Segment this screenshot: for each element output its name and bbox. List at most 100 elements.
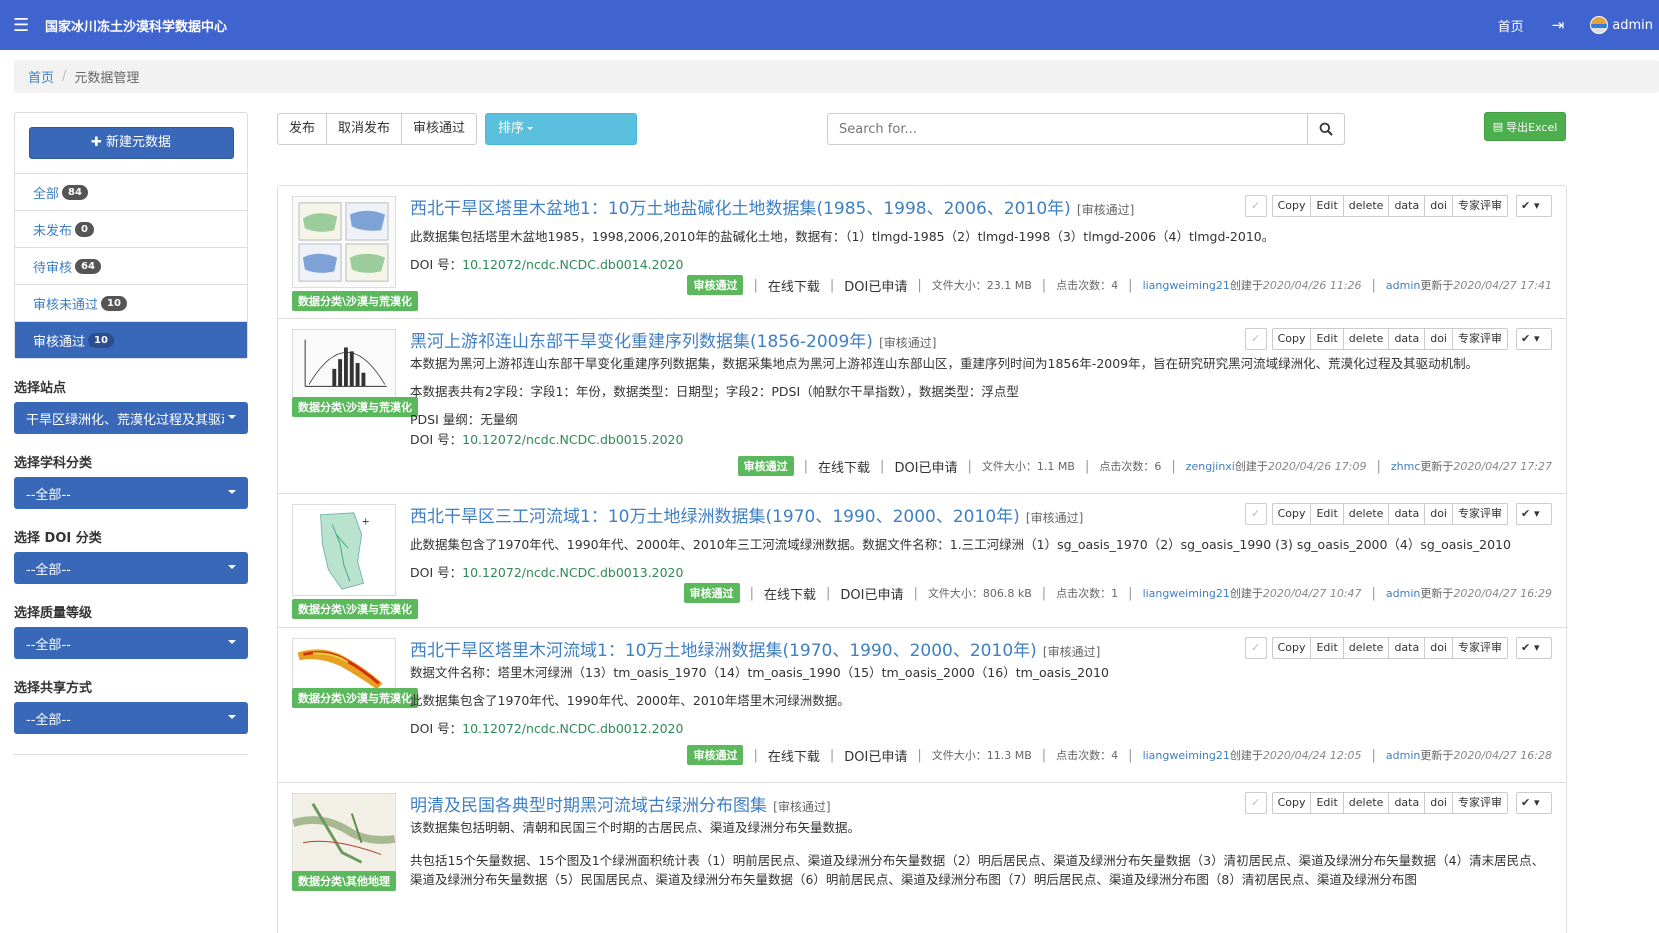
copy-button[interactable]: Copy [1271,637,1312,659]
download-link[interactable]: 在线下载 [818,457,870,476]
copy-button[interactable]: Copy [1271,328,1312,350]
delete-button[interactable]: delete [1342,195,1390,217]
avatar[interactable] [1590,16,1609,34]
check-icon[interactable]: ✓ [1244,195,1267,217]
quality-select[interactable]: --全部-- [14,627,248,659]
status-dropdown[interactable]: ✔ ▾ [1516,637,1552,659]
expert-review-button[interactable]: 专家评审 [1452,503,1508,525]
search-button[interactable] [1308,113,1345,145]
doi-value[interactable]: 10.12072/ncdc.NCDC.db0015.2020 [462,432,683,447]
logout-icon[interactable]: ⇥ [1552,16,1565,34]
sort-button[interactable]: 排序 [485,113,638,145]
creator-link[interactable]: liangweiming21 [1143,749,1230,762]
doi-value[interactable]: 10.12072/ncdc.NCDC.db0013.2020 [462,565,683,580]
dataset-thumbnail[interactable] [292,329,396,399]
copy-button[interactable]: Copy [1271,195,1312,217]
dataset-title-link[interactable]: 黑河上游祁连山东部干旱变化重建序列数据集(1856-2009年) [410,332,873,352]
filter-panel: ✚ 新建元数据 全部 84 未发布 0 待审核 64 审核未通过 10 审核通过… [14,112,248,359]
updater-link[interactable]: admin [1386,587,1420,600]
download-link[interactable]: 在线下载 [768,276,820,295]
list-item: 数据分类\沙漠与荒漠化 黑河上游祁连山东部干旱变化重建序列数据集(1856-20… [278,319,1566,494]
doi-button[interactable]: doi [1424,503,1453,525]
data-button[interactable]: data [1388,637,1426,659]
delete-button[interactable]: delete [1342,328,1390,350]
site-title[interactable]: 国家冰川冻土沙漠科学数据中心 [45,16,227,35]
doi-applied-link[interactable]: DOI已申请 [894,457,957,476]
edit-button[interactable]: Edit [1310,792,1344,814]
edit-button[interactable]: Edit [1310,637,1344,659]
check-icon[interactable]: ✓ [1244,637,1267,659]
delete-button[interactable]: delete [1342,792,1390,814]
creator-link[interactable]: zengjinxi [1186,460,1235,473]
new-metadata-button[interactable]: ✚ 新建元数据 [28,127,234,159]
clicks-label: 点击次数： [1056,587,1112,600]
doi-applied-link[interactable]: DOI已申请 [844,276,907,295]
copy-button[interactable]: Copy [1271,792,1312,814]
doi-applied-link[interactable]: DOI已申请 [840,584,903,603]
status-tag: [审核通过] [879,336,937,350]
status-dropdown[interactable]: ✔ ▾ [1516,792,1552,814]
download-link[interactable]: 在线下载 [764,584,816,603]
filter-pending-review[interactable]: 待审核 64 [15,247,247,284]
delete-button[interactable]: delete [1342,637,1390,659]
subject-select[interactable]: --全部-- [14,477,248,509]
edit-button[interactable]: Edit [1310,195,1344,217]
check-icon[interactable]: ✓ [1244,792,1267,814]
dataset-title-link[interactable]: 西北干旱区塔里木河流域1：10万土地绿洲数据集(1970、1990、2000、2… [410,641,1037,661]
copy-button[interactable]: Copy [1271,503,1312,525]
filter-all[interactable]: 全部 84 [15,173,247,210]
doi-applied-link[interactable]: DOI已申请 [844,746,907,765]
edit-button[interactable]: Edit [1310,503,1344,525]
station-select[interactable]: 干旱区绿洲化、荒漠化过程及其驱动机制 [14,402,248,434]
delete-button[interactable]: delete [1342,503,1390,525]
updater-link[interactable]: admin [1386,749,1420,762]
doi-button[interactable]: doi [1424,195,1453,217]
approve-button[interactable]: 审核通过 [401,113,478,145]
doi-value[interactable]: 10.12072/ncdc.NCDC.db0012.2020 [462,721,683,736]
data-button[interactable]: data [1388,328,1426,350]
share-select[interactable]: --全部-- [14,702,248,734]
status-dropdown[interactable]: ✔ ▾ [1516,195,1552,217]
file-size-label: 文件大小： [931,749,987,762]
doi-button[interactable]: doi [1424,328,1453,350]
doi-value[interactable]: 10.12072/ncdc.NCDC.db0014.2020 [462,257,683,272]
updater-link[interactable]: admin [1386,279,1420,292]
doi-select[interactable]: --全部-- [14,552,248,584]
expert-review-button[interactable]: 专家评审 [1452,195,1508,217]
edit-button[interactable]: Edit [1310,328,1344,350]
expert-review-button[interactable]: 专家评审 [1452,792,1508,814]
doi-button[interactable]: doi [1424,637,1453,659]
filter-approved[interactable]: 审核通过 10 [15,321,247,358]
data-button[interactable]: data [1388,503,1426,525]
nav-home-link[interactable]: 首页 [1498,16,1524,35]
filter-unpublished[interactable]: 未发布 0 [15,210,247,247]
data-button[interactable]: data [1388,195,1426,217]
status-badge: 审核通过 [683,583,740,603]
publish-button[interactable]: 发布 [277,113,328,145]
updater-link[interactable]: zhmc [1391,460,1421,473]
dataset-thumbnail[interactable]: + [292,504,396,596]
creator-link[interactable]: liangweiming21 [1143,587,1230,600]
data-button[interactable]: data [1388,792,1426,814]
dataset-title-link[interactable]: 明清及民国各典型时期黑河流域古绿洲分布图集 [410,796,767,816]
dataset-thumbnail[interactable] [292,196,396,288]
check-icon[interactable]: ✓ [1244,503,1267,525]
breadcrumb-home[interactable]: 首页 [28,67,54,86]
status-dropdown[interactable]: ✔ ▾ [1516,503,1552,525]
menu-icon[interactable]: ☰ [13,15,31,36]
export-excel-button[interactable]: ▤ 导出Excel [1484,112,1566,141]
dataset-title-link[interactable]: 西北干旱区三工河流域1：10万土地绿洲数据集(1970、1990、2000、20… [410,507,1020,527]
unpublish-button[interactable]: 取消发布 [326,113,403,145]
expert-review-button[interactable]: 专家评审 [1452,328,1508,350]
status-dropdown[interactable]: ✔ ▾ [1516,328,1552,350]
dataset-thumbnail[interactable] [292,793,396,873]
expert-review-button[interactable]: 专家评审 [1452,637,1508,659]
search-input[interactable] [827,113,1308,145]
user-name[interactable]: admin [1612,18,1653,33]
dataset-title-link[interactable]: 西北干旱区塔里木盆地1：10万土地盐碱化土地数据集(1985、1998、2006… [410,199,1071,219]
check-icon[interactable]: ✓ [1244,328,1267,350]
creator-link[interactable]: liangweiming21 [1143,279,1230,292]
doi-button[interactable]: doi [1424,792,1453,814]
filter-rejected[interactable]: 审核未通过 10 [15,284,247,321]
download-link[interactable]: 在线下载 [768,746,820,765]
